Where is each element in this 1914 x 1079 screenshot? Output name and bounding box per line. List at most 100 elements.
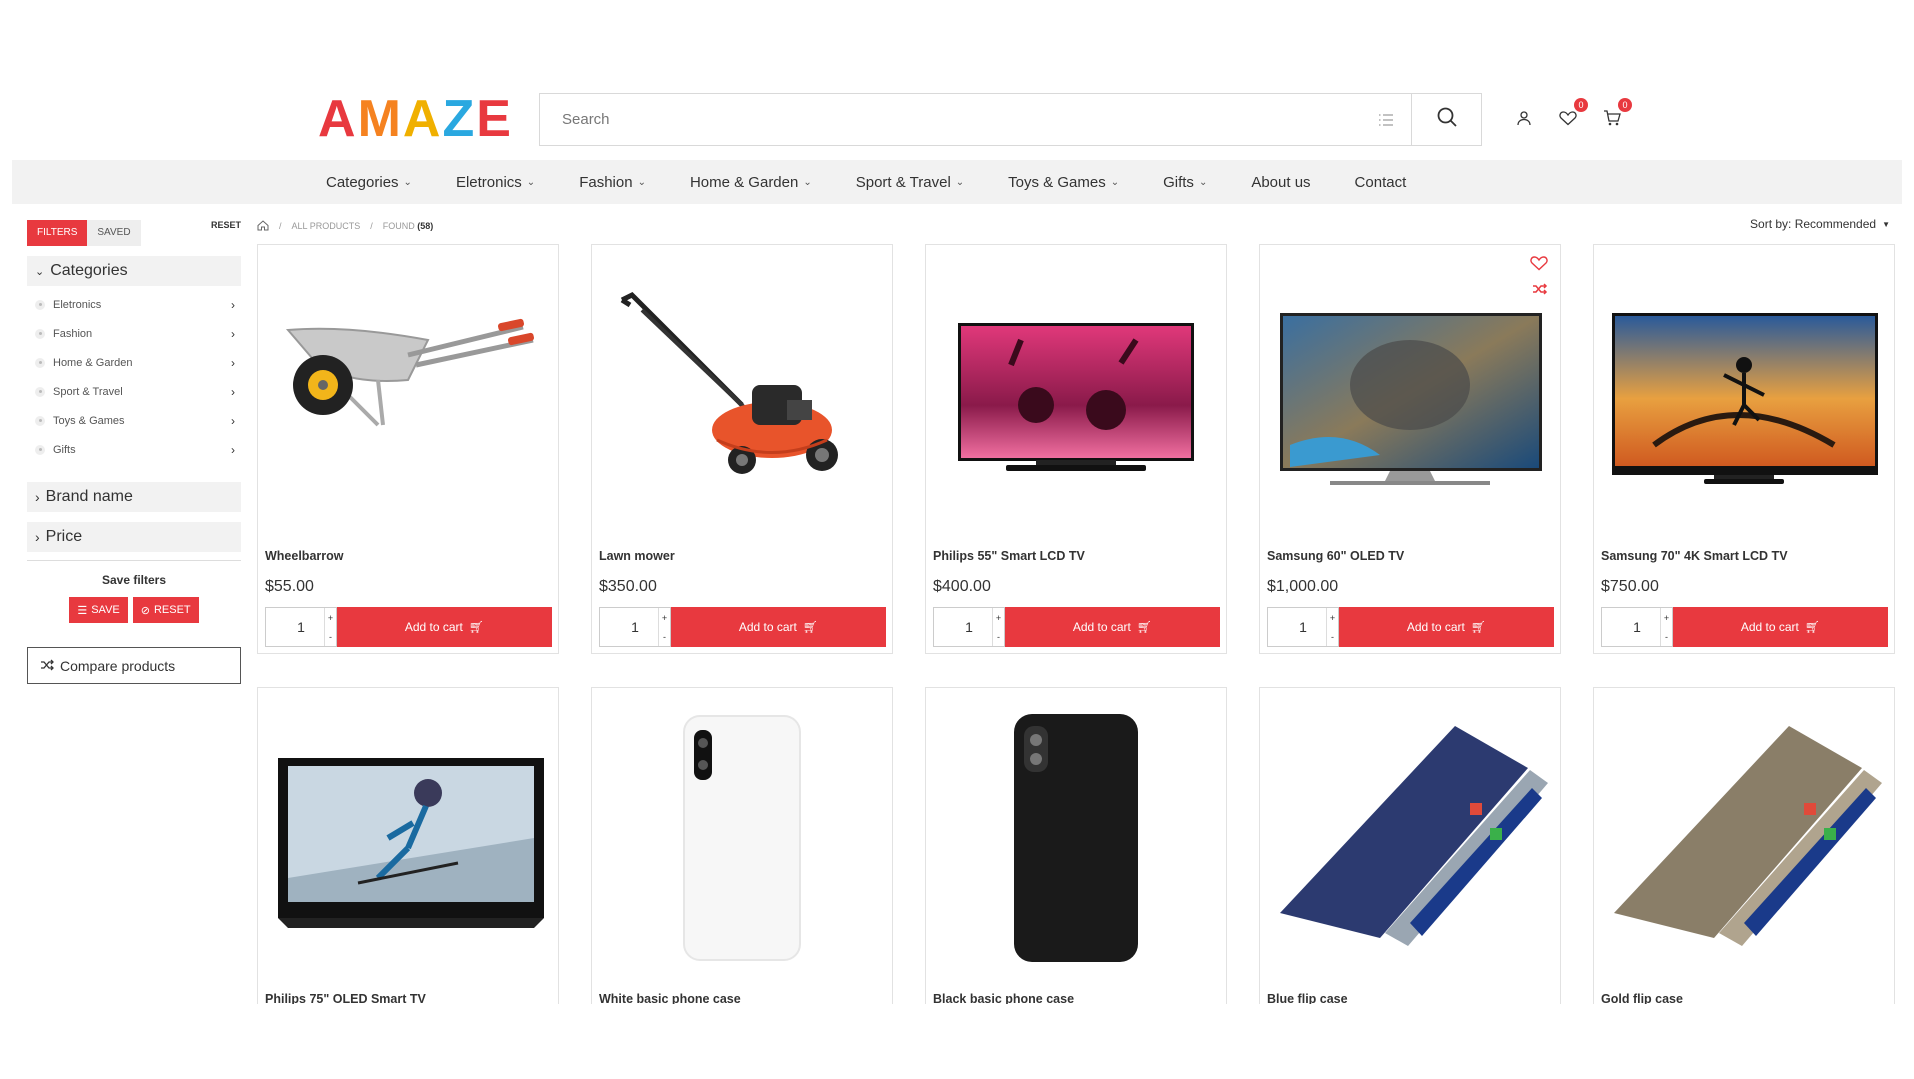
decrement-button[interactable]: - — [993, 627, 1004, 646]
product-name[interactable]: Black basic phone case — [933, 992, 1074, 1004]
logo-letter: A — [402, 90, 443, 148]
product-card[interactable]: Blue flip case — [1259, 687, 1561, 1004]
decrement-button[interactable]: - — [1661, 627, 1672, 646]
product-actions: 1 + - Add to cart 🛒︎ — [933, 607, 1220, 647]
nav-item-eletronics[interactable]: Eletronics ⌄ — [456, 174, 535, 191]
chevron-right-icon: › — [35, 529, 40, 545]
product-card[interactable]: Black basic phone case — [925, 687, 1227, 1004]
list-filter-icon[interactable] — [1361, 94, 1411, 145]
product-card[interactable]: Gold flip case — [1593, 687, 1895, 1004]
product-name[interactable]: Philips 75" OLED Smart TV — [265, 992, 426, 1004]
category-item[interactable]: Fashion › — [27, 319, 241, 348]
nav-item-about-us[interactable]: About us — [1251, 174, 1310, 191]
shuffle-icon[interactable] — [1532, 282, 1548, 300]
compare-products-button[interactable]: Compare products — [27, 647, 241, 684]
quantity-stepper[interactable]: 1 + - — [933, 607, 1005, 647]
header-icons: 0 0 — [1512, 98, 1632, 130]
price-accordion-header[interactable]: › Price — [27, 522, 241, 552]
product-name[interactable]: Samsung 60" OLED TV — [1267, 549, 1404, 563]
category-item[interactable]: Home & Garden › — [27, 348, 241, 377]
decrement-button[interactable]: - — [1327, 627, 1338, 646]
product-card[interactable]: Philips 55" Smart LCD TV $400.00 1 + - Ad… — [925, 244, 1227, 654]
home-icon[interactable] — [257, 219, 269, 233]
product-card[interactable]: Samsung 70" 4K Smart LCD TV $750.00 1 + -… — [1593, 244, 1895, 654]
chevron-down-icon: ⌄ — [803, 176, 812, 188]
logo[interactable]: A M A Z E — [318, 90, 513, 148]
breadcrumb-all-products[interactable]: All products — [292, 221, 361, 231]
category-item[interactable]: Sport & Travel › — [27, 377, 241, 406]
product-card[interactable]: Wheelbarrow $55.00 1 + - Add to cart 🛒︎ — [257, 244, 559, 654]
product-name[interactable]: Wheelbarrow — [265, 549, 344, 563]
nav-item-home-garden[interactable]: Home & Garden ⌄ — [690, 174, 812, 191]
product-name[interactable]: Samsung 70" 4K Smart LCD TV — [1601, 549, 1788, 563]
save-filters-button[interactable]: ☰ Save — [69, 597, 128, 623]
category-item[interactable]: Toys & Games › — [27, 406, 241, 435]
nav-item-sport-travel[interactable]: Sport & Travel ⌄ — [856, 174, 964, 191]
increment-button[interactable]: + — [659, 608, 670, 627]
product-name[interactable]: Lawn mower — [599, 549, 675, 563]
category-item[interactable]: Eletronics › — [27, 290, 241, 319]
product-image[interactable] — [592, 688, 892, 988]
product-image[interactable] — [258, 688, 558, 988]
product-card[interactable]: White basic phone case — [591, 687, 893, 1004]
increment-button[interactable]: + — [1327, 608, 1338, 627]
decrement-button[interactable]: - — [325, 627, 336, 646]
radio-dot-icon — [35, 299, 45, 310]
brand-accordion-header[interactable]: › Brand name — [27, 482, 241, 512]
radio-dot-icon — [35, 415, 45, 426]
product-name[interactable]: White basic phone case — [599, 992, 741, 1004]
reset-filters-button[interactable]: ⊘ Reset — [132, 597, 199, 623]
quantity-stepper[interactable]: 1 + - — [599, 607, 671, 647]
heart-icon[interactable] — [1530, 255, 1548, 276]
add-to-cart-button[interactable]: Add to cart 🛒︎ — [1005, 607, 1220, 647]
tab-filters[interactable]: Filters — [27, 220, 88, 246]
quantity-value: 1 — [1633, 619, 1641, 635]
nav-item-toys-games[interactable]: Toys & Games ⌄ — [1008, 174, 1119, 191]
product-image[interactable] — [258, 245, 558, 545]
nav-item-gifts[interactable]: Gifts ⌄ — [1163, 174, 1207, 191]
nav-item-fashion[interactable]: Fashion ⌄ — [579, 174, 646, 191]
product-image[interactable] — [1594, 688, 1894, 988]
product-image[interactable] — [592, 245, 892, 545]
sort-dropdown[interactable]: Sort by: Recommended ▼ — [1750, 217, 1890, 231]
breadcrumb-found: Found (58) — [382, 221, 434, 231]
product-card[interactable]: Lawn mower $350.00 1 + - Add to cart 🛒︎ — [591, 244, 893, 654]
product-image[interactable] — [1260, 688, 1560, 988]
product-image[interactable] — [1260, 245, 1560, 545]
product-image[interactable] — [926, 245, 1226, 545]
nav-item-contact[interactable]: Contact — [1355, 174, 1407, 191]
chevron-down-icon: ⌄ — [403, 176, 412, 188]
product-image[interactable] — [926, 688, 1226, 988]
product-card[interactable]: Samsung 60" OLED TV $1,000.00 1 + - Add t… — [1259, 244, 1561, 654]
product-card[interactable]: Philips 75" OLED Smart TV — [257, 687, 559, 1004]
product-name[interactable]: Blue flip case — [1267, 992, 1348, 1004]
product-image[interactable] — [1594, 245, 1894, 545]
save-filters-title: Save filters — [101, 573, 167, 587]
user-icon[interactable] — [1512, 106, 1536, 130]
product-name[interactable]: Philips 55" Smart LCD TV — [933, 549, 1085, 563]
quantity-stepper[interactable]: 1 + - — [1601, 607, 1673, 647]
add-to-cart-button[interactable]: Add to cart 🛒︎ — [337, 607, 552, 647]
cart-icon[interactable]: 0 — [1600, 98, 1632, 130]
increment-button[interactable]: + — [325, 608, 336, 627]
increment-button[interactable]: + — [1661, 608, 1672, 627]
add-to-cart-button[interactable]: Add to cart 🛒︎ — [671, 607, 886, 647]
add-to-cart-button[interactable]: Add to cart 🛒︎ — [1339, 607, 1554, 647]
increment-button[interactable]: + — [993, 608, 1004, 627]
nav-item-categories[interactable]: Categories ⌄ — [326, 174, 412, 191]
category-item[interactable]: Gifts › — [27, 435, 241, 464]
add-to-cart-button[interactable]: Add to cart 🛒︎ — [1673, 607, 1888, 647]
reset-filters-link[interactable]: Reset — [211, 220, 241, 230]
categories-accordion-header[interactable]: ⌄ Categories — [27, 256, 241, 286]
quantity-stepper[interactable]: 1 + - — [1267, 607, 1339, 647]
product-name[interactable]: Gold flip case — [1601, 992, 1683, 1004]
wishlist-icon[interactable]: 0 — [1556, 98, 1588, 130]
tab-saved[interactable]: Saved — [87, 220, 141, 246]
search-button[interactable] — [1411, 94, 1481, 145]
chevron-right-icon: › — [231, 297, 235, 312]
product-price: $55.00 — [265, 578, 314, 595]
decrement-button[interactable]: - — [659, 627, 670, 646]
cart-count-badge: 0 — [1618, 98, 1632, 112]
quantity-stepper[interactable]: 1 + - — [265, 607, 337, 647]
search-input[interactable] — [540, 94, 1361, 145]
